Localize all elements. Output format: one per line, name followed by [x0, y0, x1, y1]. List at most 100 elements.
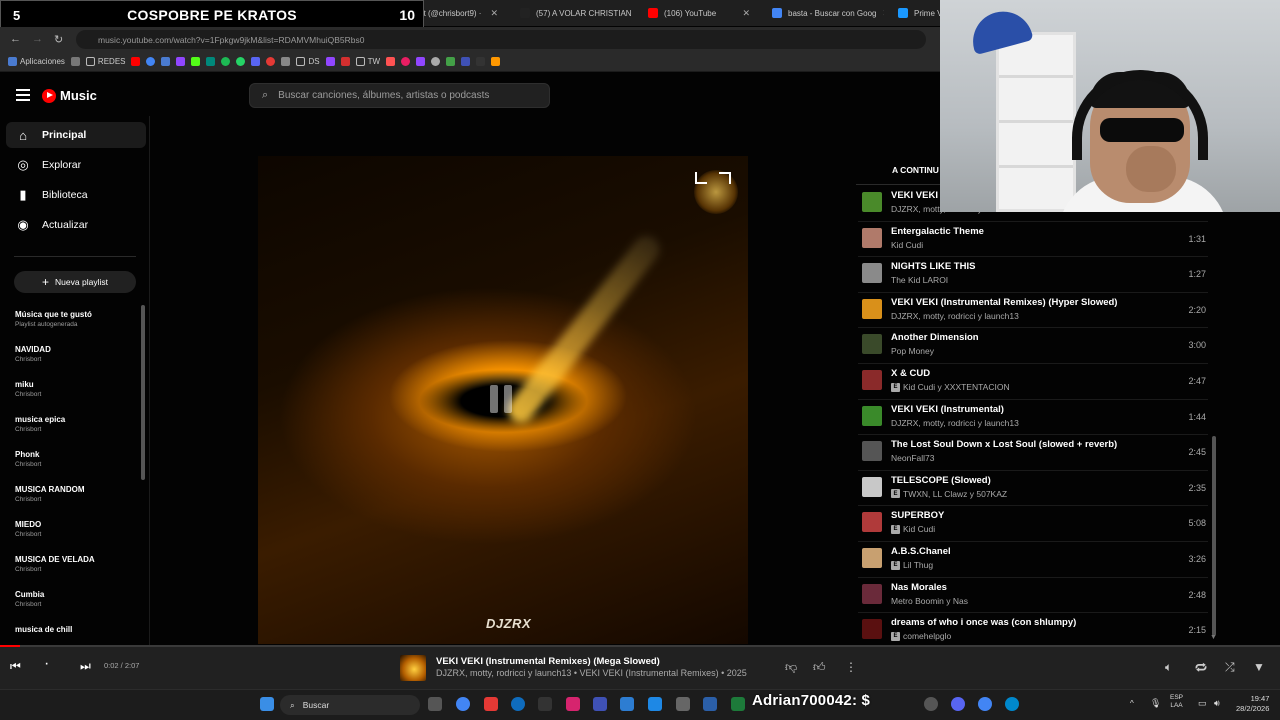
- app-taskbar-icon[interactable]: [620, 697, 634, 711]
- now-playing-thumbnail[interactable]: [400, 655, 426, 681]
- terminal-taskbar-icon[interactable]: [538, 697, 552, 711]
- queue-item[interactable]: dreams of who i once was (con shlumpy) Ec…: [858, 613, 1208, 649]
- queue-item[interactable]: NIGHTS LIKE THIS The Kid LAROI 1:27: [858, 257, 1208, 293]
- app-bookmark-icon[interactable]: [446, 57, 456, 66]
- queue-item[interactable]: Entergalactic Theme Kid Cudi 1:31: [858, 222, 1208, 258]
- queue-item[interactable]: Nas Morales Metro Boomin y Nas 2:48: [858, 578, 1208, 614]
- app-taskbar-icon[interactable]: [924, 697, 938, 711]
- app-taskbar-icon[interactable]: [484, 697, 498, 711]
- sidebar-scrollbar[interactable]: [141, 305, 145, 480]
- speaker-icon[interactable]: 🔊︎: [1214, 698, 1220, 709]
- app-bookmark-icon[interactable]: [476, 57, 486, 66]
- app-taskbar-icon[interactable]: [593, 697, 607, 711]
- forward-icon[interactable]: →: [32, 33, 43, 45]
- tray-chevron-icon[interactable]: ^: [1130, 699, 1134, 708]
- queue-item[interactable]: VEKI VEKI (Instrumental Remixes) (Hyper …: [858, 293, 1208, 329]
- record-bookmark-icon[interactable]: [266, 57, 276, 66]
- scroll-down-icon[interactable]: ▼: [1210, 634, 1217, 641]
- sidebar-item-principal[interactable]: ⌂ Principal: [6, 122, 146, 148]
- playlist-item[interactable]: miku Chrisbort: [15, 380, 135, 398]
- twitch-bookmark-icon[interactable]: [176, 57, 186, 66]
- twitch-bookmark-icon[interactable]: [325, 57, 335, 66]
- app-bookmark-icon[interactable]: [401, 57, 411, 66]
- chrome-bookmark-icon[interactable]: [146, 57, 156, 66]
- app-bookmark-icon[interactable]: [491, 57, 501, 66]
- taskbar-search[interactable]: ⌕ Buscar: [280, 695, 420, 715]
- sidebar-item-actualizar[interactable]: ◉ Actualizar: [6, 212, 146, 238]
- app-bookmark-icon[interactable]: [386, 57, 396, 66]
- discord-taskbar-icon[interactable]: [951, 697, 965, 711]
- queue-item[interactable]: The Lost Soul Down x Lost Soul (slowed +…: [858, 435, 1208, 471]
- kick-bookmark-icon[interactable]: [191, 57, 201, 66]
- discord-bookmark-icon[interactable]: [251, 57, 261, 66]
- shuffle-icon[interactable]: ⤮: [1225, 660, 1235, 675]
- now-playing-title[interactable]: VEKI VEKI (Instrumental Remixes) (Mega S…: [436, 656, 660, 667]
- close-tab-icon[interactable]: ✕: [883, 8, 885, 19]
- url-bar[interactable]: music.youtube.com/watch?v=1Fpkgw9jkM&lis…: [76, 30, 926, 49]
- bookmark-apps[interactable]: Aplicaciones: [8, 57, 65, 66]
- playlist-item[interactable]: NAVIDAD Chrisbort: [15, 345, 135, 363]
- whatsapp-bookmark-icon[interactable]: [236, 57, 246, 66]
- app-taskbar-icon[interactable]: [703, 697, 717, 711]
- repeat-icon[interactable]: 🔁︎: [1195, 660, 1207, 677]
- playlist-item[interactable]: musica de chill: [15, 625, 135, 634]
- telegram-taskbar-icon[interactable]: [1005, 697, 1019, 711]
- docs-bookmark-icon[interactable]: [161, 57, 171, 66]
- app-bookmark-icon[interactable]: [340, 57, 350, 66]
- language-indicator[interactable]: ESP LAA: [1170, 694, 1183, 710]
- chrome-taskbar-icon[interactable]: [978, 697, 992, 711]
- browser-tab[interactable]: (57) A VOLAR CHRISTIAN✕: [512, 3, 634, 23]
- minimize-player-icon[interactable]: [695, 172, 707, 184]
- playlist-item[interactable]: Música que te gustó Playlist autogenerada: [15, 310, 135, 328]
- youtube-bookmark-icon[interactable]: [131, 57, 141, 66]
- playlist-item[interactable]: Cumbia Chrisbort: [15, 590, 135, 608]
- queue-item[interactable]: VEKI VEKI (Instrumental) DJZRX, motty, ro…: [858, 400, 1208, 436]
- reload-icon[interactable]: ↻: [54, 33, 63, 46]
- queue-item[interactable]: SUPERBOY E Kid Cudi 5:08: [858, 506, 1208, 542]
- dislike-icon[interactable]: 👎︎: [785, 660, 797, 675]
- bookmark-folder-tw[interactable]: TW: [355, 57, 380, 66]
- expand-player-icon[interactable]: ▼: [1253, 660, 1265, 674]
- close-tab-icon[interactable]: ✕: [490, 8, 498, 19]
- microphone-icon[interactable]: 🎙︎: [1150, 698, 1161, 709]
- app-bookmark-icon[interactable]: [461, 57, 471, 66]
- edge-taskbar-icon[interactable]: [511, 697, 525, 711]
- browser-tab[interactable]: Prime Vi: [890, 3, 940, 23]
- bookmark-folder-ds[interactable]: DS: [296, 57, 320, 66]
- taskbar-clock[interactable]: 19:47 28/2/2026: [1236, 694, 1269, 714]
- browser-tab[interactable]: basta - Buscar con Goog ✕: [764, 3, 884, 23]
- queue-item[interactable]: A.B.S.Chanel E Lil Thug 3:26: [858, 542, 1208, 578]
- app-bookmark-icon[interactable]: [416, 57, 426, 66]
- search-input[interactable]: ⌕ Buscar canciones, álbumes, artistas o …: [249, 83, 550, 108]
- ytmusic-logo[interactable]: Music: [42, 88, 97, 103]
- play-pause-icon[interactable]: ·: [44, 655, 49, 673]
- playlist-item[interactable]: MIEDO Chrisbort: [15, 520, 135, 538]
- tool-bookmark-icon[interactable]: [281, 57, 291, 66]
- queue-item[interactable]: X & CUD E Kid Cudi y XXXTENTACION 2:47: [858, 364, 1208, 400]
- windows-start-icon[interactable]: [260, 697, 274, 711]
- chrome-taskbar-icon[interactable]: [456, 697, 470, 711]
- new-playlist-button[interactable]: + Nueva playlist: [14, 271, 136, 293]
- playlist-item[interactable]: MUSICA DE VELADA Chrisbort: [15, 555, 135, 573]
- like-icon[interactable]: 👍︎: [813, 660, 826, 675]
- now-playing-subtitle[interactable]: DJZRX, motty, rodricci y launch13 • VEKI…: [436, 668, 747, 678]
- task-view-icon[interactable]: [428, 697, 442, 711]
- playlist-item[interactable]: MUSICA RANDOM Chrisbort: [15, 485, 135, 503]
- sidebar-item-explorar[interactable]: ◎ Explorar: [6, 152, 146, 178]
- playlist-item[interactable]: Phonk Chrisbort: [15, 450, 135, 468]
- app-taskbar-icon[interactable]: [676, 697, 690, 711]
- app-taskbar-icon[interactable]: [648, 697, 662, 711]
- app-bookmark-icon[interactable]: [431, 57, 441, 66]
- more-options-icon[interactable]: ⋮: [845, 660, 857, 674]
- close-tab-icon[interactable]: ✕: [742, 8, 750, 19]
- network-icon[interactable]: ▭: [1198, 698, 1207, 709]
- bookmark-folder-redes[interactable]: REDES: [85, 57, 125, 66]
- spotify-bookmark-icon[interactable]: [221, 57, 231, 66]
- menu-icon[interactable]: [16, 89, 30, 101]
- back-icon[interactable]: ←: [10, 33, 21, 45]
- pause-overlay-icon[interactable]: [490, 385, 516, 413]
- bookmark-grid[interactable]: [70, 57, 80, 66]
- previous-track-icon[interactable]: ⏮: [10, 659, 21, 674]
- playlist-item[interactable]: musica epica Chrisbort: [15, 415, 135, 433]
- tiktok-taskbar-icon[interactable]: [566, 697, 580, 711]
